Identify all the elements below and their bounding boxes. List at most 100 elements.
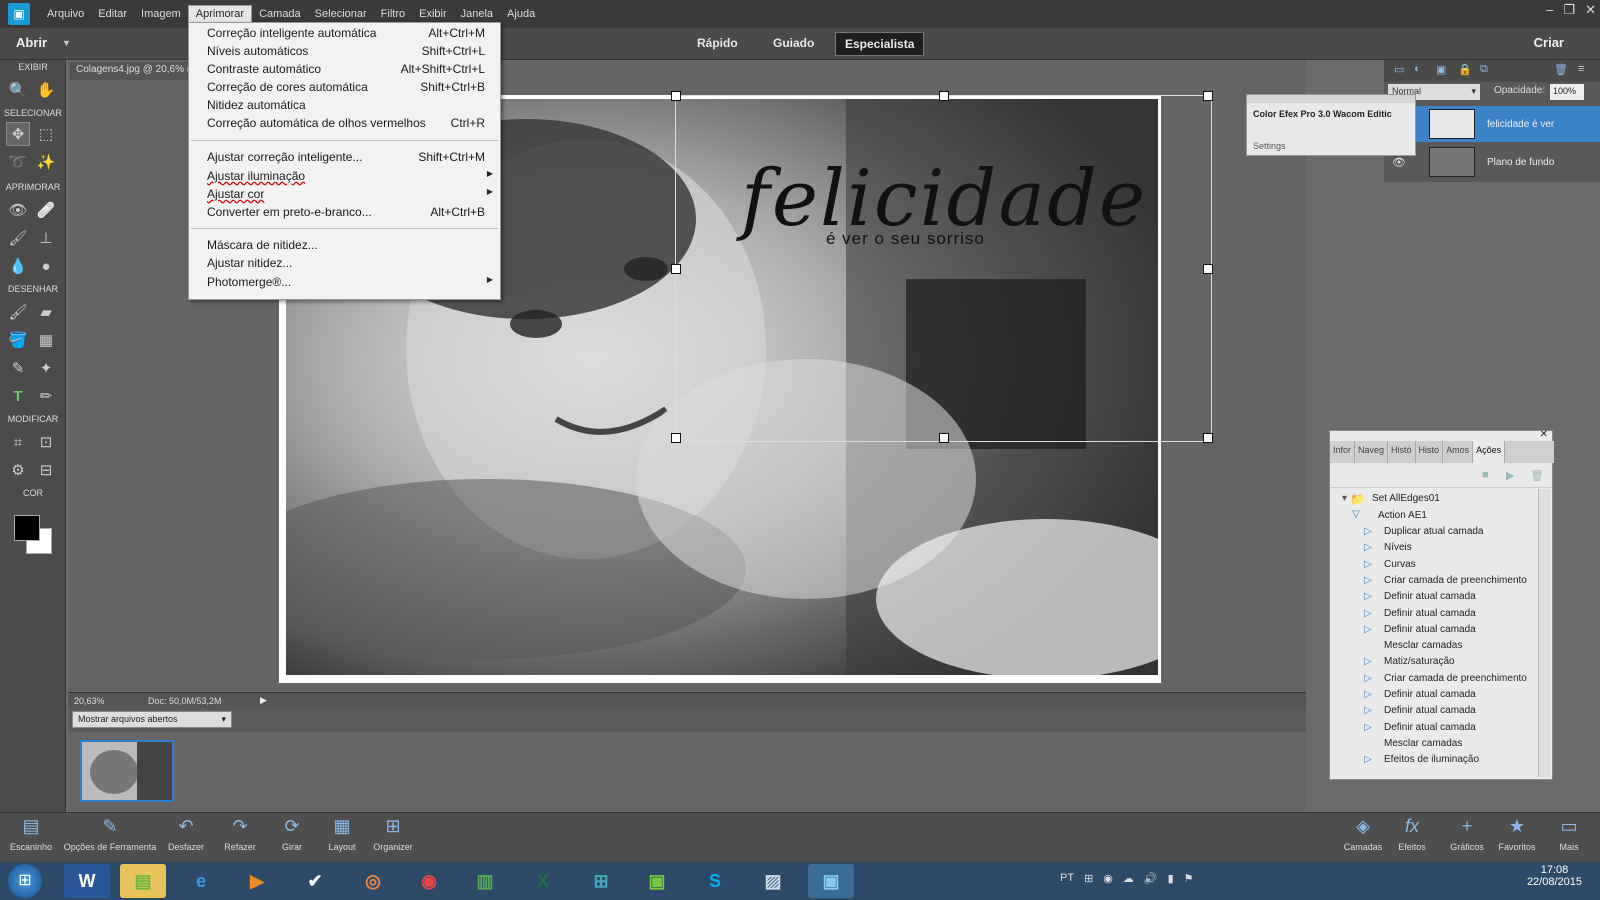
transform-handle[interactable]: [671, 264, 681, 274]
tab-samples[interactable]: Amos: [1443, 441, 1474, 463]
bin-selector[interactable]: Mostrar arquivos abertos ▾: [72, 711, 232, 728]
marquee-icon[interactable]: ⬚: [34, 122, 58, 146]
menu-ajuda[interactable]: Ajuda: [500, 6, 542, 22]
action-step[interactable]: Curvas: [1384, 559, 1416, 570]
expand-triangle-icon[interactable]: ▷: [1364, 559, 1372, 570]
type-tool-icon[interactable]: T: [6, 384, 30, 408]
chrome-icon[interactable]: ◉: [406, 864, 452, 898]
expand-triangle-icon[interactable]: ▷: [1364, 526, 1372, 537]
clock[interactable]: 17:08 22/08/2015: [1527, 864, 1582, 888]
close-icon[interactable]: ✕: [1540, 429, 1548, 440]
app-icon[interactable]: ▥: [462, 864, 508, 898]
trash-icon[interactable]: 🗑: [1554, 63, 1568, 76]
opacity-input[interactable]: 100%: [1550, 84, 1584, 100]
organizer-button[interactable]: ⊞ Organizer: [370, 816, 416, 852]
redo-button[interactable]: ↷ Refazer: [218, 816, 262, 852]
action-step[interactable]: Definir atual camada: [1384, 624, 1476, 635]
expand-triangle-icon[interactable]: ▷: [1364, 542, 1372, 553]
link-layers-icon[interactable]: ⧉: [1480, 63, 1488, 76]
layer-row[interactable]: 👁 Plano de fundo: [1384, 144, 1600, 180]
menu-item[interactable]: Máscara de nitidez...: [207, 238, 499, 256]
excel-icon[interactable]: X: [520, 864, 566, 898]
layer-mask-icon[interactable]: ▣: [1436, 63, 1446, 76]
expand-triangle-icon[interactable]: ▷: [1364, 705, 1372, 716]
volume-icon[interactable]: 🔊: [1144, 872, 1158, 885]
menu-item[interactable]: Correção automática de olhos vermelhos Ct…: [207, 116, 499, 134]
sponge-icon[interactable]: ●: [34, 254, 58, 278]
tab-navigator[interactable]: Naveg: [1355, 441, 1389, 463]
transform-bounding-box[interactable]: [671, 91, 1213, 443]
visibility-eye-icon[interactable]: 👁: [1392, 156, 1406, 169]
chevron-down-icon[interactable]: ▼: [62, 38, 71, 48]
expand-triangle-icon[interactable]: ▷: [1364, 656, 1372, 667]
expand-triangle-icon[interactable]: ▷: [1364, 624, 1372, 635]
paint-bucket-icon[interactable]: 🪣: [6, 328, 30, 352]
menu-camada[interactable]: Camada: [252, 6, 308, 22]
menu-item[interactable]: Correção inteligente automática Alt+Ctrl+…: [207, 26, 499, 44]
menu-exibir[interactable]: Exibir: [412, 6, 454, 22]
panel-menu-icon[interactable]: ≡: [1578, 63, 1584, 75]
action-set[interactable]: Set AllEdges01: [1372, 493, 1440, 504]
favorites-button[interactable]: ★ Favoritos: [1494, 816, 1540, 852]
menu-item-submenu[interactable]: Photomerge®... ▶: [207, 275, 499, 293]
trash-icon[interactable]: 🗑: [1530, 469, 1544, 482]
expand-triangle-icon[interactable]: ▷: [1364, 754, 1372, 765]
menu-editar[interactable]: Editar: [91, 6, 134, 22]
smart-brush-icon[interactable]: 🖌: [6, 226, 30, 250]
expand-triangle-icon[interactable]: ▷: [1364, 673, 1372, 684]
tool-options-button[interactable]: ✎ Opções de Ferramenta: [58, 816, 162, 852]
menu-item[interactable]: Nitidez automática: [207, 98, 499, 116]
color-efex-titlebar[interactable]: [1247, 95, 1415, 103]
language-indicator[interactable]: PT: [1060, 872, 1074, 885]
layer-row[interactable]: felicidade é ver: [1384, 106, 1600, 142]
photos-icon[interactable]: ▨: [750, 864, 796, 898]
custom-shape-icon[interactable]: ✦: [34, 356, 58, 380]
action-step[interactable]: Definir atual camada: [1384, 722, 1476, 733]
eyedropper-icon[interactable]: ✎: [6, 356, 30, 380]
lock-icon[interactable]: 🔒: [1458, 63, 1472, 76]
action-step[interactable]: Efeitos de iluminação: [1384, 754, 1479, 765]
menu-item[interactable]: Níveis automáticos Shift+Ctrl+L: [207, 44, 499, 62]
tasks-app-icon[interactable]: ✔: [292, 864, 338, 898]
app-grid-icon[interactable]: ⊞: [578, 864, 624, 898]
open-button[interactable]: Abrir: [16, 35, 47, 50]
action-step[interactable]: Definir atual camada: [1384, 689, 1476, 700]
zoom-icon[interactable]: 🔍: [6, 78, 30, 102]
menu-item[interactable]: Correção de cores automática Shift+Ctrl+B: [207, 80, 499, 98]
menu-imagem[interactable]: Imagem: [134, 6, 188, 22]
red-eye-icon[interactable]: 👁: [6, 198, 30, 222]
clone-stamp-icon[interactable]: ⊥: [34, 226, 58, 250]
mode-expert-button[interactable]: Especialista: [835, 32, 925, 56]
status-arrow-icon[interactable]: ▶: [260, 695, 267, 706]
skype-icon[interactable]: S: [692, 864, 738, 898]
action-item[interactable]: Action AE1: [1378, 510, 1427, 521]
straighten-icon[interactable]: ⊟: [34, 458, 58, 482]
settings-label[interactable]: Settings: [1253, 141, 1286, 151]
menu-item[interactable]: Converter em preto-e-branco... Alt+Ctrl+B: [207, 205, 499, 223]
more-button[interactable]: ▭ Mais: [1550, 816, 1588, 852]
transform-handle[interactable]: [671, 91, 681, 101]
action-step[interactable]: Definir atual camada: [1384, 705, 1476, 716]
magic-wand-icon[interactable]: ✨: [34, 150, 58, 174]
app-logo-icon[interactable]: ▣: [8, 3, 30, 25]
brush-icon[interactable]: 🖌: [6, 300, 30, 324]
zoom-readout[interactable]: 20,63%: [74, 696, 105, 706]
open-file-thumbnail[interactable]: [80, 740, 174, 802]
action-step[interactable]: Níveis: [1384, 542, 1412, 553]
app-icon[interactable]: ▣: [634, 864, 680, 898]
graphics-button[interactable]: + Gráficos: [1444, 816, 1490, 852]
network-icon[interactable]: ▮: [1168, 872, 1174, 885]
transform-handle[interactable]: [1203, 433, 1213, 443]
action-step[interactable]: Criar camada de preenchimento: [1384, 575, 1527, 586]
eraser-icon[interactable]: ▰: [34, 300, 58, 324]
transform-handle[interactable]: [939, 91, 949, 101]
rotate-button[interactable]: ⟳ Girar: [272, 816, 312, 852]
media-player-icon[interactable]: ▶: [234, 864, 280, 898]
menu-arquivo[interactable]: Arquivo: [40, 6, 91, 22]
foreground-color-swatch[interactable]: [14, 515, 40, 541]
tab-history[interactable]: Histó: [1388, 441, 1416, 463]
menu-selecionar[interactable]: Selecionar: [308, 6, 374, 22]
tab-histogram[interactable]: Histo: [1416, 441, 1444, 463]
recompose-icon[interactable]: ⊡: [34, 430, 58, 454]
expand-triangle-icon[interactable]: ▷: [1364, 575, 1372, 586]
